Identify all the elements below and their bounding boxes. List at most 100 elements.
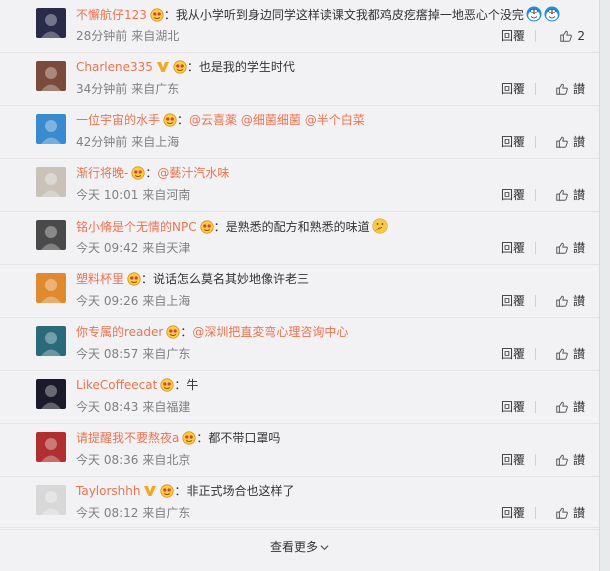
comment-source: 来自上海 bbox=[142, 294, 191, 308]
reply-button[interactable]: 回覆 bbox=[501, 293, 525, 309]
avatar[interactable] bbox=[36, 432, 66, 462]
comment-username[interactable]: LikeCoffeecat bbox=[76, 378, 157, 392]
comment-actions: 回覆 讃 bbox=[475, 134, 585, 150]
comment-source: 来自广东 bbox=[131, 82, 180, 96]
reply-button[interactable]: 回覆 bbox=[501, 187, 525, 203]
comment-time: 今天 09:42 bbox=[76, 241, 139, 255]
comment-text: ：也是我的学生时代 bbox=[186, 60, 295, 74]
comment-username[interactable]: Taylorshhh bbox=[76, 484, 140, 498]
comment-username[interactable]: 请提醒我不要熬夜a bbox=[76, 431, 179, 445]
comment-actions: 回覆 讃 bbox=[475, 346, 585, 362]
like-button[interactable]: 讃 bbox=[555, 187, 585, 203]
comment-username[interactable]: 你专属的reader bbox=[76, 325, 163, 339]
member-badge-icon bbox=[150, 8, 164, 22]
reply-button[interactable]: 回覆 bbox=[501, 452, 525, 468]
comment-username[interactable]: 一位宇宙的水手 bbox=[76, 113, 160, 127]
divider bbox=[535, 454, 536, 466]
like-button[interactable]: 讃 bbox=[555, 452, 585, 468]
comment-item: 请提醒我不要熬夜a ：都不带口罩吗 今天 08:36 来自北京 回覆 讃 bbox=[0, 424, 599, 477]
avatar[interactable] bbox=[36, 114, 66, 144]
view-more-label[interactable]: 查看更多 bbox=[270, 540, 318, 554]
comment-source: 来自北京 bbox=[142, 453, 191, 467]
like-button[interactable]: 讃 bbox=[555, 240, 585, 256]
like-button[interactable]: 讃 bbox=[555, 81, 585, 97]
view-more-button[interactable]: 查看更多 bbox=[0, 539, 599, 555]
thumbs-up-icon bbox=[559, 29, 573, 43]
avatar[interactable] bbox=[36, 8, 66, 38]
comment-item: LikeCoffeecat ：牛 今天 08:43 来自福建 回覆 讃 bbox=[0, 371, 599, 424]
avatar[interactable] bbox=[36, 167, 66, 197]
avatar[interactable] bbox=[36, 485, 66, 515]
member-badge-icon bbox=[127, 272, 141, 286]
comment-username[interactable]: Charlene335 bbox=[76, 60, 153, 74]
comment-meta: 今天 09:42 来自天津 bbox=[76, 241, 190, 255]
avatar[interactable] bbox=[36, 61, 66, 91]
like-button[interactable]: 讃 bbox=[555, 505, 585, 521]
reply-button[interactable]: 回覆 bbox=[501, 346, 525, 362]
like-count: 讃 bbox=[572, 400, 585, 414]
reply-button[interactable]: 回覆 bbox=[501, 399, 525, 415]
comment-item: 渐行将晚- ：@藝汁汽水味 今天 10:01 来自河南 回覆 讃 bbox=[0, 159, 599, 212]
avatar[interactable] bbox=[36, 326, 66, 356]
divider bbox=[535, 295, 536, 307]
divider bbox=[535, 507, 536, 519]
comment-time: 今天 08:36 bbox=[76, 453, 139, 467]
comment-actions: 回覆 讃 bbox=[475, 81, 585, 97]
comment-username[interactable]: 铭小脩是个无情的NPC bbox=[76, 220, 197, 234]
comment-text: ：非正式场合也这样了 bbox=[174, 484, 295, 498]
like-count: 讃 bbox=[572, 506, 585, 520]
like-button[interactable]: 讃 bbox=[555, 134, 585, 150]
like-button[interactable]: 讃 bbox=[555, 399, 585, 415]
divider bbox=[535, 189, 536, 201]
member-badge-icon bbox=[182, 431, 196, 445]
thumbs-up-icon bbox=[555, 294, 569, 308]
mention-link[interactable]: @半个白菜 bbox=[305, 113, 365, 127]
reply-button[interactable]: 回覆 bbox=[501, 81, 525, 97]
comment-actions: 回覆 讃 bbox=[475, 293, 585, 309]
reply-button[interactable]: 回覆 bbox=[501, 28, 525, 44]
comment-text: ：说话怎么莫名其妙地像许老三 bbox=[141, 272, 310, 286]
mention-link[interactable]: @细菌细菌 bbox=[241, 113, 301, 127]
thumbs-up-icon bbox=[555, 506, 569, 520]
comment-meta: 34分钟前 来自广东 bbox=[76, 82, 179, 96]
comment-text: ： bbox=[177, 113, 190, 127]
comment-line: 你专属的reader ：@深圳把直変弯心理咨询中心 bbox=[76, 324, 583, 340]
member-badge-icon bbox=[163, 113, 177, 127]
mention-link[interactable]: @云喜薬 bbox=[189, 113, 237, 127]
thumbs-up-icon bbox=[555, 347, 569, 361]
comment-meta: 今天 08:12 来自广东 bbox=[76, 506, 190, 520]
comment-panel: 不懈航仔123 ：我从小学听到身边同学这样读课文我都鸡皮疙瘩掉一地恶心个没完 28分… bbox=[0, 0, 600, 571]
comment-line: 塑料杯里 ：说话怎么莫名其妙地像许老三 bbox=[76, 271, 583, 287]
mention-link[interactable]: @深圳把直変弯心理咨询中心 bbox=[192, 325, 348, 339]
like-button[interactable]: 2 bbox=[559, 28, 585, 44]
member-badge-icon bbox=[160, 484, 175, 498]
like-button[interactable]: 讃 bbox=[555, 293, 585, 309]
thinking-emoji bbox=[372, 218, 388, 234]
avatar[interactable] bbox=[36, 220, 66, 250]
divider bbox=[535, 348, 536, 360]
like-count: 讃 bbox=[572, 241, 585, 255]
verified-v-icon bbox=[156, 62, 169, 72]
comment-source: 来自福建 bbox=[142, 400, 191, 414]
reply-button[interactable]: 回覆 bbox=[501, 134, 525, 150]
comment-text: ： bbox=[145, 166, 158, 180]
comment-username[interactable]: 渐行将晚- bbox=[76, 166, 128, 180]
reply-button[interactable]: 回覆 bbox=[501, 240, 525, 256]
comment-username[interactable]: 塑料杯里 bbox=[76, 272, 124, 286]
comment-time: 42分钟前 bbox=[76, 135, 128, 149]
verified-v-icon bbox=[144, 486, 157, 496]
comment-line: 一位宇宙的水手 ：@云喜薬 @细菌细菌 @半个白菜 bbox=[76, 112, 583, 128]
divider bbox=[535, 83, 536, 95]
comment-actions: 回覆 讃 bbox=[475, 240, 585, 256]
avatar[interactable] bbox=[36, 379, 66, 409]
reply-button[interactable]: 回覆 bbox=[501, 505, 525, 521]
avatar[interactable] bbox=[36, 273, 66, 303]
like-count: 讃 bbox=[572, 188, 585, 202]
comment-username[interactable]: 不懈航仔123 bbox=[76, 8, 147, 22]
comment-meta: 今天 08:43 来自福建 bbox=[76, 400, 190, 414]
doraemon-emoji bbox=[526, 6, 542, 22]
mention-link[interactable]: @藝汁汽水味 bbox=[157, 166, 229, 180]
like-button[interactable]: 讃 bbox=[555, 346, 585, 362]
comment-meta: 今天 09:26 来自上海 bbox=[76, 294, 190, 308]
comment-item: 铭小脩是个无情的NPC ：是熟悉的配方和熟悉的味道 今天 09:42 来自天津 回覆 讃 bbox=[0, 212, 599, 265]
